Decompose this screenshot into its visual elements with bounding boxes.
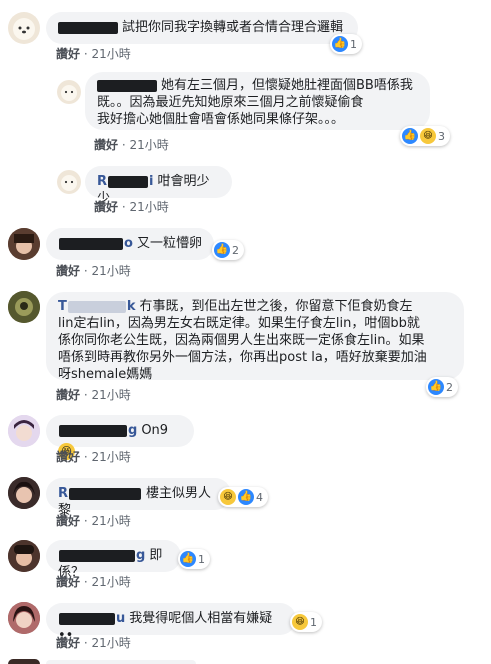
like-link[interactable]: 讚好	[94, 200, 118, 214]
comment-text-line: 既。。因為最近先知她原來三個月之前懷疑偷食	[97, 95, 364, 110]
comment-author[interactable]: o	[58, 236, 133, 251]
comment-bubble: Tk 冇事既，到佢出左世之後，你留意下佢食奶食左 lin定右lin，因為男左女右既…	[46, 292, 464, 382]
comment-text: 試把你同我字換轉或者合情合理合邏輯	[122, 20, 344, 35]
comment-actions: 讚好 · 21小時	[56, 636, 131, 650]
timestamp[interactable]: 21小時	[91, 47, 130, 61]
reaction-summary[interactable]: 😆 👍 4	[218, 487, 268, 507]
avatar[interactable]	[8, 415, 40, 447]
comment-text-line: 係你同你老公生既，因為兩個男人生出來既一定係食左lin。如果	[58, 333, 425, 348]
comment-author[interactable]: Tk	[58, 299, 136, 314]
comment-author[interactable]: Ri	[97, 174, 153, 189]
comment-bubble: g On9 😆	[46, 415, 194, 460]
avatar[interactable]	[8, 602, 40, 634]
comment-author-redacted[interactable]	[97, 79, 157, 92]
timestamp[interactable]: 21小時	[91, 264, 130, 278]
comment-bubble: 她有左三個月，但懷疑她肚裡面個BB唔係我 既。。因為最近先知她原來三個月之前懷疑…	[85, 72, 430, 130]
like-reaction-icon: 👍	[214, 242, 230, 258]
like-reaction-icon: 👍	[238, 489, 254, 505]
avatar[interactable]	[8, 540, 40, 572]
like-link[interactable]: 讚好	[94, 138, 118, 152]
timestamp[interactable]: 21小時	[91, 450, 130, 464]
comment-bubble: g 即係？	[46, 540, 181, 580]
comment-author[interactable]: g	[58, 423, 137, 438]
avatar[interactable]	[8, 228, 40, 260]
comment-author[interactable]: g	[58, 548, 145, 563]
like-link[interactable]: 讚好	[56, 636, 80, 650]
comment-text-line: 她有左三個月，但懷疑她肚裡面個BB唔係我	[161, 78, 413, 93]
like-link[interactable]: 讚好	[56, 388, 80, 402]
comment-bubble: R 樓主似男人黎	[46, 478, 231, 518]
next-comment-bubble-partial	[46, 660, 196, 664]
avatar[interactable]	[8, 12, 40, 44]
avatar[interactable]	[8, 291, 40, 323]
comment-bubble: 試把你同我字換轉或者合情合理合邏輯	[46, 12, 358, 44]
like-reaction-icon: 👍	[428, 379, 444, 395]
like-reaction-icon: 👍	[332, 36, 348, 52]
comment-actions: 讚好 · 21小時	[56, 264, 131, 278]
reaction-summary[interactable]: 👍 😆 3	[400, 126, 450, 146]
reaction-summary[interactable]: 👍 2	[212, 240, 244, 260]
comment-bubble: Ri 咁會明少少	[85, 166, 232, 206]
comment-actions: 讚好 · 21小時	[56, 450, 131, 464]
comment-actions: 讚好 · 21小時	[56, 47, 131, 61]
comment-text-line: 我好擔心她個肚會唔會係她同果條仔架。。。	[97, 112, 345, 127]
like-link[interactable]: 讚好	[56, 450, 80, 464]
timestamp[interactable]: 21小時	[91, 636, 130, 650]
like-reaction-icon: 👍	[402, 128, 418, 144]
comment-bubble: o 又一粒懵卵	[46, 228, 214, 260]
like-link[interactable]: 讚好	[56, 575, 80, 589]
avatar[interactable]	[57, 80, 81, 104]
like-link[interactable]: 讚好	[56, 47, 80, 61]
comment-actions: 讚好 · 21小時	[94, 138, 169, 152]
reaction-summary[interactable]: 👍 1	[330, 34, 362, 54]
comment-actions: 讚好 · 21小時	[56, 575, 131, 589]
like-reaction-icon: 👍	[180, 551, 196, 567]
reaction-summary[interactable]: 👍 1	[178, 549, 210, 569]
comment-bubble: u 我覺得呢個人相當有嫌疑••	[46, 603, 296, 643]
avatar[interactable]	[8, 477, 40, 509]
avatar[interactable]	[57, 170, 81, 194]
comment-text: On9	[141, 423, 169, 438]
reaction-summary[interactable]: 😆 1	[290, 612, 322, 632]
timestamp[interactable]: 21小時	[91, 388, 130, 402]
comment-text-line: 唔係到時再教你另外一個方法，你再出post la，唔好放棄要加油	[58, 350, 427, 365]
reaction-summary[interactable]: 👍 2	[426, 377, 458, 397]
comment-text-line: 冇事既，到佢出左世之後，你留意下佢食奶食左	[139, 299, 413, 314]
comment-actions: 讚好 · 21小時	[56, 388, 131, 402]
comment-text-line: lin定右lin，因為男左女右既定律。如果生仔食左lin，咁個bb就	[58, 316, 420, 331]
comment-actions: 讚好 · 21小時	[94, 200, 169, 214]
comment-author-redacted[interactable]	[58, 21, 118, 34]
timestamp[interactable]: 21小時	[91, 575, 130, 589]
comment-author[interactable]: u	[58, 611, 125, 626]
timestamp[interactable]: 21小時	[129, 138, 168, 152]
comment-text-line: 呀shemale媽媽	[58, 367, 153, 382]
like-link[interactable]: 讚好	[56, 264, 80, 278]
next-comment-avatar-partial	[8, 659, 40, 664]
comment-text: 又一粒懵卵	[136, 236, 202, 251]
like-link[interactable]: 讚好	[56, 514, 80, 528]
haha-reaction-icon: 😆	[220, 489, 236, 505]
timestamp[interactable]: 21小時	[129, 200, 168, 214]
timestamp[interactable]: 21小時	[91, 514, 130, 528]
comment-actions: 讚好 · 21小時	[56, 514, 131, 528]
haha-reaction-icon: 😆	[292, 614, 308, 630]
haha-reaction-icon: 😆	[420, 128, 436, 144]
comment-author[interactable]: R	[58, 486, 142, 501]
